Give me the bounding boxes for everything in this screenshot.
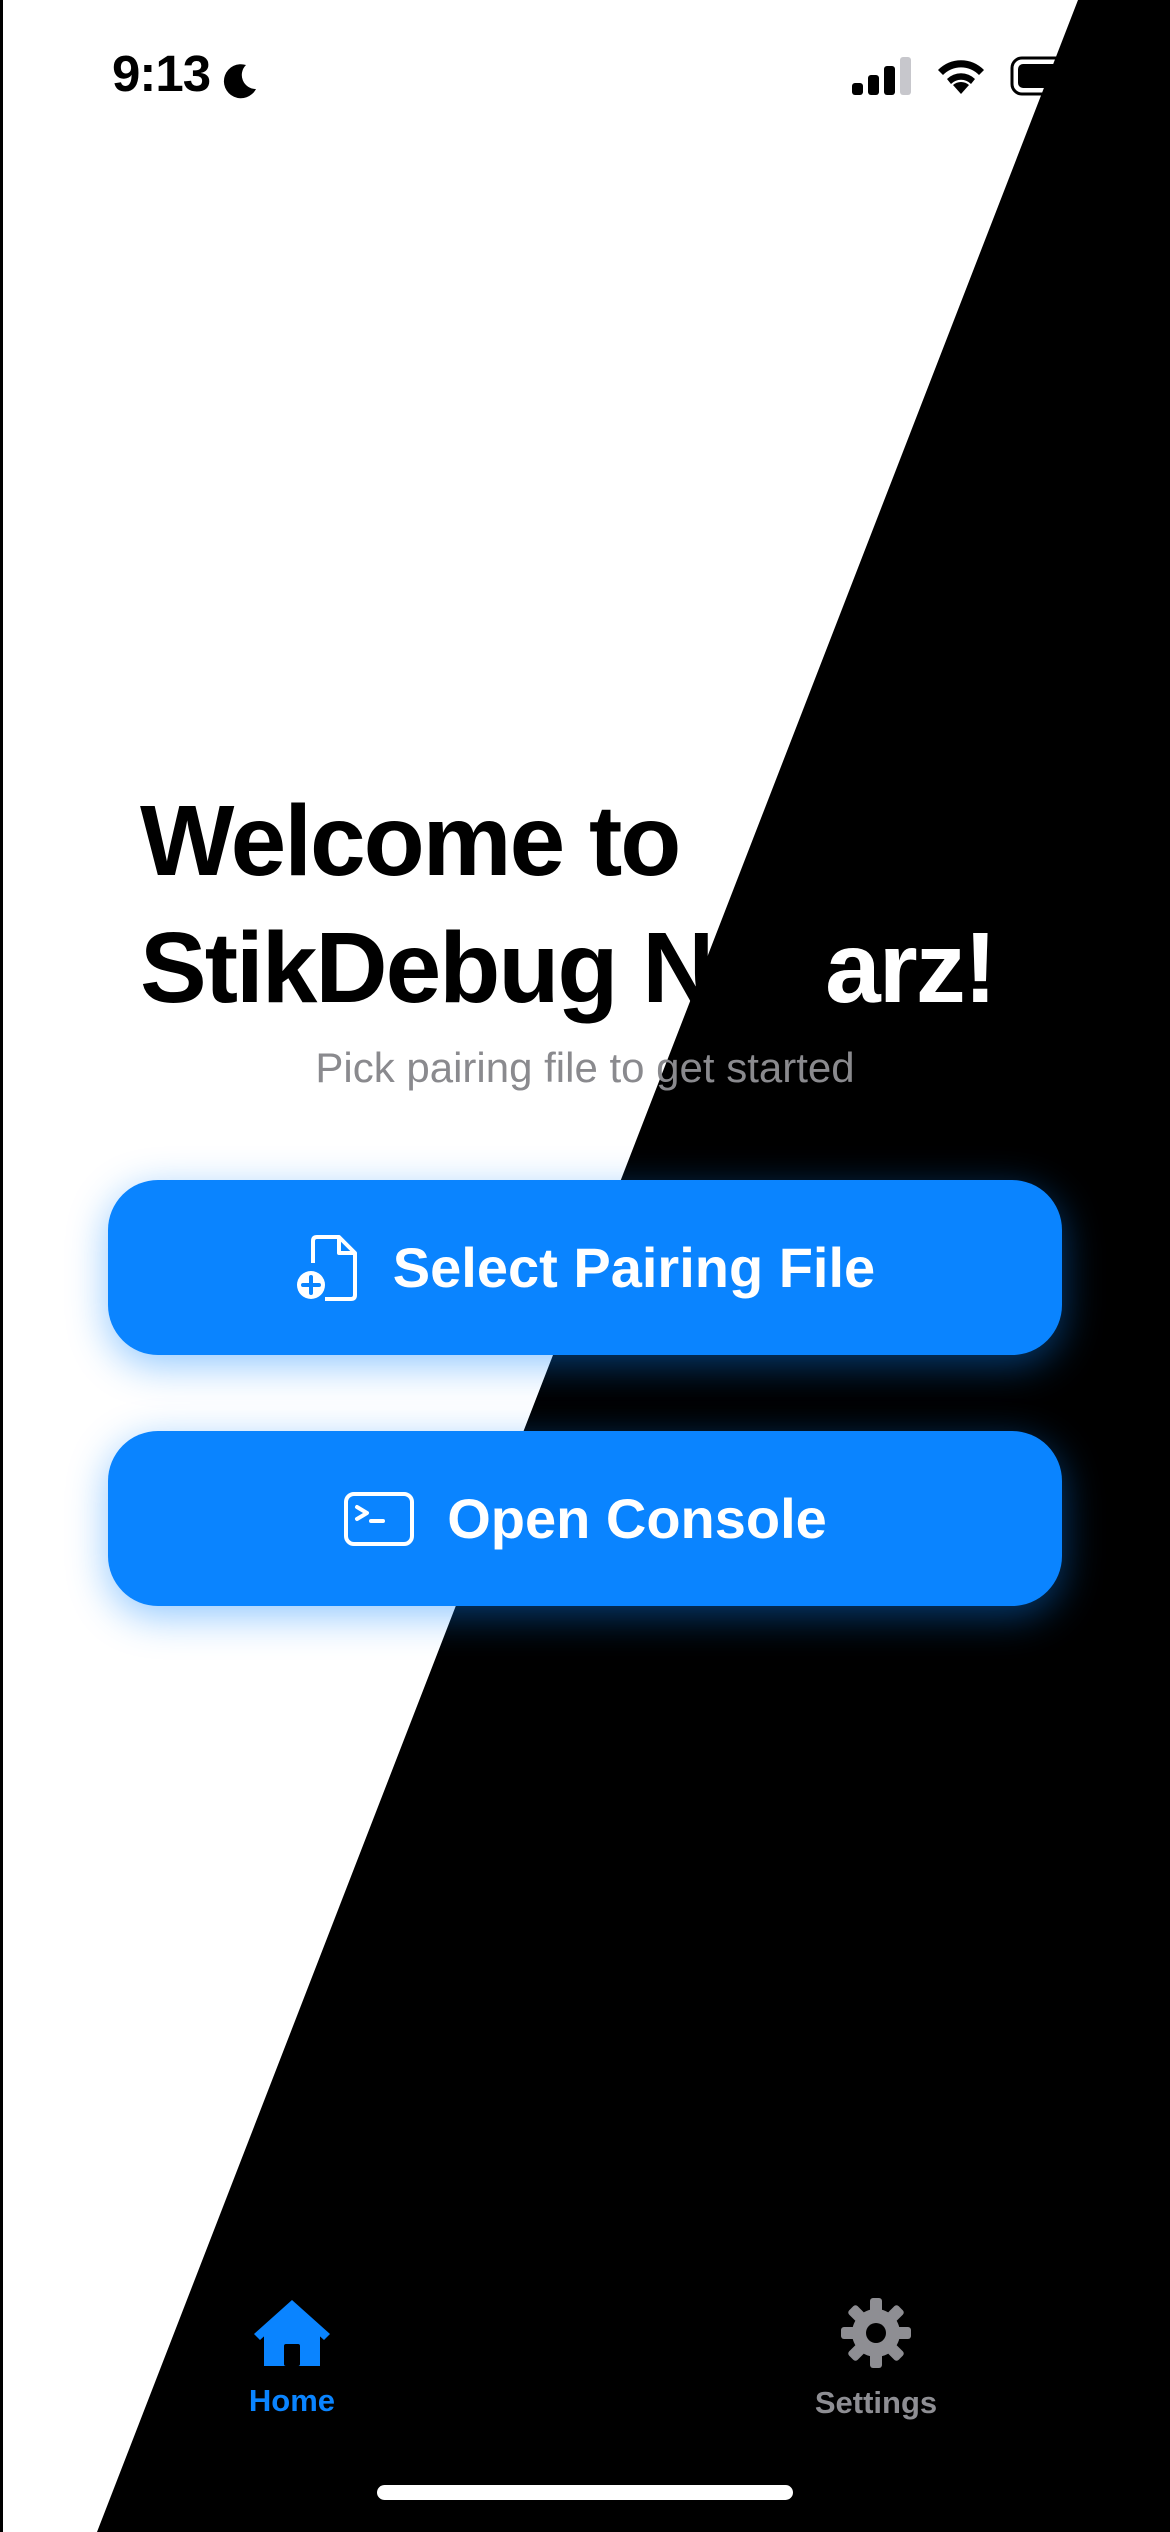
status-bar: 9:13 bbox=[0, 0, 1170, 150]
terminal-icon bbox=[343, 1491, 415, 1547]
gear-icon bbox=[839, 2296, 913, 2375]
welcome-title-line1: Welcome to bbox=[140, 785, 681, 897]
battery-icon bbox=[1010, 56, 1092, 101]
tab-settings[interactable]: Settings bbox=[796, 2296, 956, 2421]
wifi-icon bbox=[934, 56, 988, 101]
select-pairing-file-label: Select Pairing File bbox=[392, 1236, 876, 1299]
screen-edge bbox=[0, 0, 3, 2532]
status-time: 9:13 bbox=[112, 44, 260, 103]
moon-icon bbox=[220, 54, 260, 98]
status-indicators bbox=[852, 56, 1092, 101]
welcome-title-line2: StikDebug Neoarz! bbox=[140, 912, 997, 1024]
tab-home-label: Home bbox=[248, 2383, 336, 2418]
app-screen: 9:13 Welcome to StikDebug Neoarz! Welcom… bbox=[0, 0, 1170, 2532]
tab-home[interactable]: Home bbox=[222, 2296, 362, 2419]
select-pairing-file-button[interactable]: Select Pairing File bbox=[108, 1180, 1062, 1355]
cellular-signal-icon bbox=[852, 57, 912, 100]
document-add-icon bbox=[295, 1233, 361, 1303]
home-indicator[interactable] bbox=[377, 2485, 793, 2500]
welcome-title: Welcome to StikDebug Neoarz! bbox=[140, 778, 1140, 1032]
tab-settings-label: Settings bbox=[814, 2385, 938, 2420]
time-label: 9:13 bbox=[112, 45, 211, 102]
house-icon bbox=[250, 2296, 334, 2373]
open-console-label: Open Console bbox=[447, 1487, 827, 1550]
subtitle: Pick pairing file to get started bbox=[315, 1044, 855, 1091]
open-console-button[interactable]: Open Console bbox=[108, 1431, 1062, 1606]
